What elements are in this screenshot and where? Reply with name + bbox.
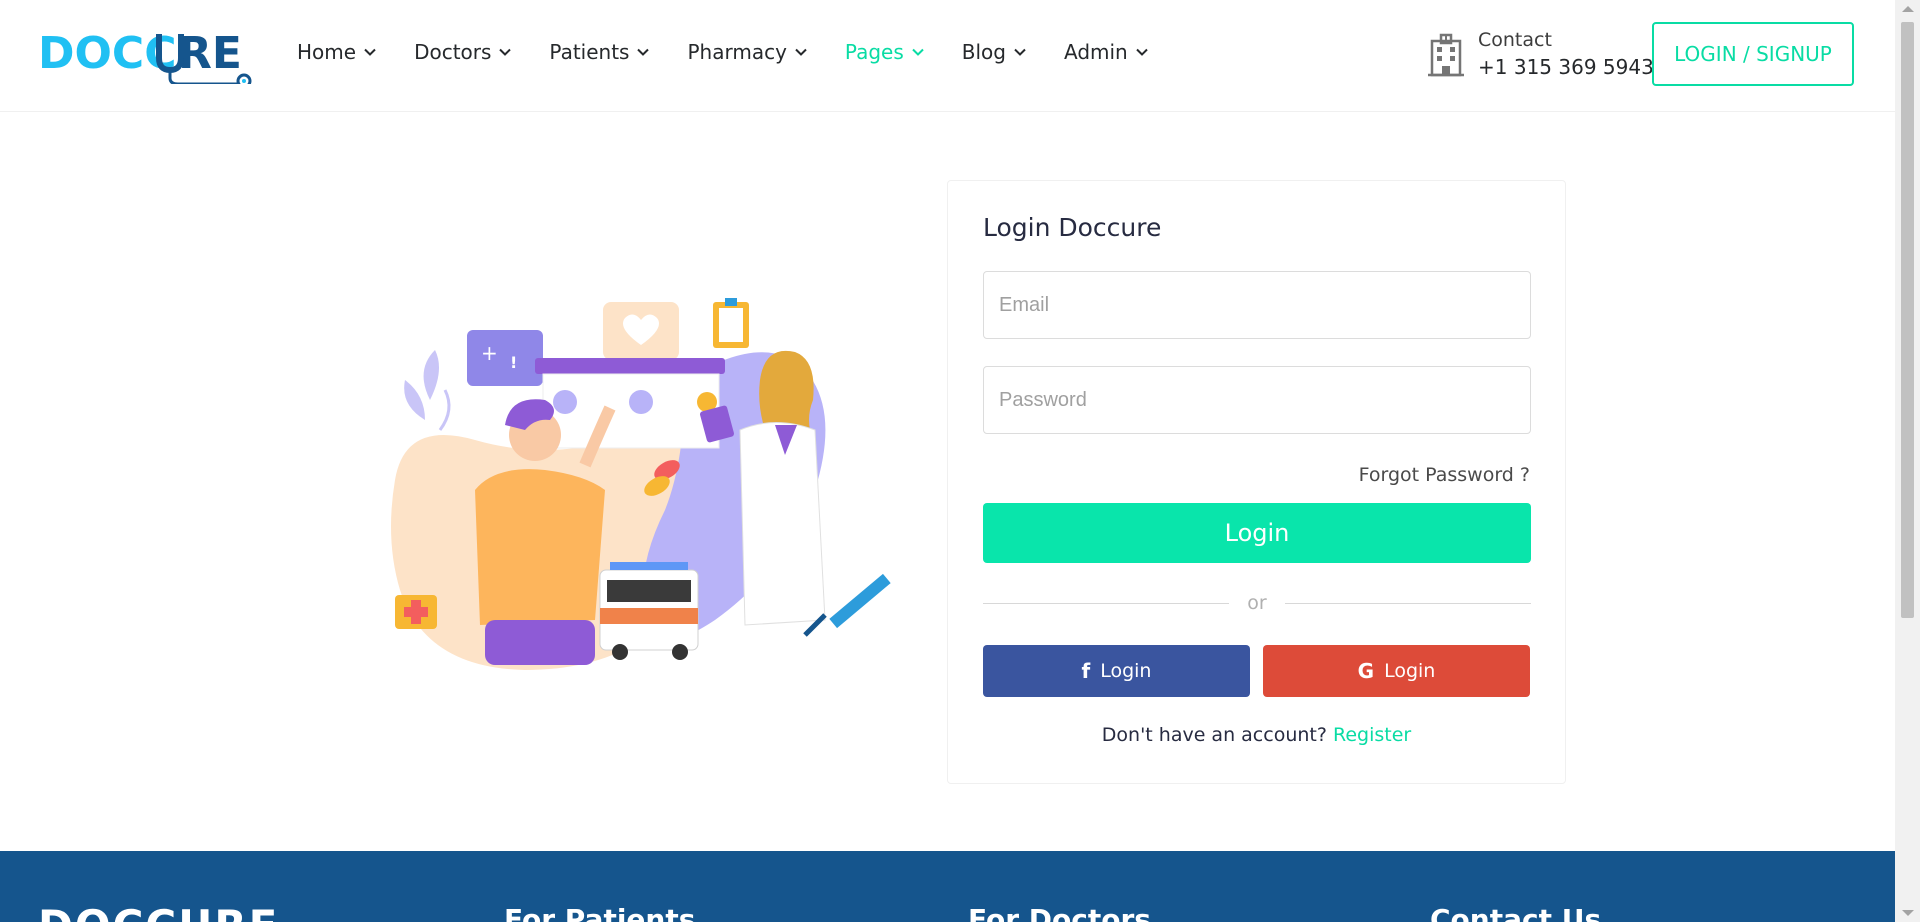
nav-admin[interactable]: Admin: [1064, 40, 1148, 64]
login-button[interactable]: Login: [983, 503, 1531, 563]
chevron-down-icon: [1136, 48, 1148, 56]
nav-home[interactable]: Home: [297, 40, 376, 64]
forgot-password-link[interactable]: Forgot Password ?: [1359, 464, 1530, 486]
nav-patients-label: Patients: [549, 40, 630, 64]
nav-admin-label: Admin: [1063, 40, 1128, 64]
logo-image: DOCC RE: [38, 28, 252, 84]
register-prompt: Don't have an account? Register: [948, 724, 1565, 746]
divider-line-left: [983, 602, 1230, 604]
svg-text:RE: RE: [178, 28, 242, 79]
login-card: Login Doccure Forgot Password ? Login or…: [947, 180, 1566, 784]
chevron-down-icon: [364, 48, 376, 56]
login-illustration: + !: [391, 298, 891, 670]
contact-phone[interactable]: +1 315 369 5943: [1478, 52, 1654, 82]
footer-heading-doctors: For Doctors: [968, 903, 1151, 922]
main-nav: Home Doctors Patients Pharmacy Pages Blo…: [297, 40, 1186, 64]
or-text: or: [1247, 592, 1267, 614]
nav-blog-label: Blog: [961, 40, 1006, 64]
site-footer: DOCCURE For Patients For Doctors Contact…: [0, 851, 1895, 922]
chevron-down-icon: [499, 48, 512, 56]
contact-text: Contact +1 315 369 5943: [1478, 28, 1654, 82]
or-divider: or: [983, 591, 1531, 615]
footer-heading-patients: For Patients: [504, 903, 696, 922]
svg-text:!: !: [510, 353, 517, 372]
nav-blog[interactable]: Blog: [962, 40, 1026, 64]
facebook-login-label: Login: [1100, 660, 1152, 682]
google-login-button[interactable]: G Login: [1263, 645, 1530, 697]
nav-doctors[interactable]: Doctors: [414, 40, 512, 64]
google-icon: G: [1357, 659, 1375, 683]
register-link[interactable]: Register: [1333, 724, 1411, 746]
nav-doctors-label: Doctors: [414, 40, 492, 64]
doccure-logo[interactable]: DOCC RE: [38, 22, 258, 84]
chevron-down-icon: [795, 48, 807, 56]
contact-label: Contact: [1478, 29, 1552, 51]
facebook-icon: f: [1081, 659, 1091, 683]
chevron-down-icon: [637, 48, 650, 56]
login-title: Login Doccure: [983, 213, 1162, 242]
chevron-down-icon: [1014, 48, 1026, 56]
nav-pages[interactable]: Pages: [845, 40, 924, 64]
footer-heading-contact: Contact Us: [1430, 903, 1602, 922]
login-signup-button[interactable]: LOGIN / SIGNUP: [1652, 22, 1854, 86]
hospital-building-icon: [1428, 33, 1464, 77]
header-contact: Contact +1 315 369 5943: [1428, 28, 1654, 82]
nav-pharmacy-label: Pharmacy: [687, 40, 787, 64]
footer-logo[interactable]: DOCCURE: [38, 901, 279, 922]
scroll-down-arrow[interactable]: [1902, 910, 1914, 916]
nav-pharmacy[interactable]: Pharmacy: [687, 40, 807, 64]
facebook-login-button[interactable]: f Login: [983, 645, 1250, 697]
page-scrollbar[interactable]: [1895, 0, 1920, 922]
svg-text:DOCC: DOCC: [38, 28, 177, 79]
scroll-thumb[interactable]: [1901, 22, 1914, 618]
scroll-up-arrow[interactable]: [1902, 6, 1914, 12]
password-input[interactable]: [983, 366, 1531, 434]
svg-text:+: +: [481, 341, 498, 365]
google-login-label: Login: [1384, 660, 1436, 682]
divider-line-right: [1284, 602, 1531, 604]
email-input[interactable]: [983, 271, 1531, 339]
no-account-text: Don't have an account?: [1101, 724, 1327, 746]
nav-patients[interactable]: Patients: [549, 40, 650, 64]
chevron-down-icon: [912, 48, 924, 56]
site-header: DOCC RE Home Doctors Patients Pharmacy P…: [0, 0, 1895, 112]
nav-pages-label: Pages: [844, 40, 904, 64]
nav-home-label: Home: [297, 40, 357, 64]
